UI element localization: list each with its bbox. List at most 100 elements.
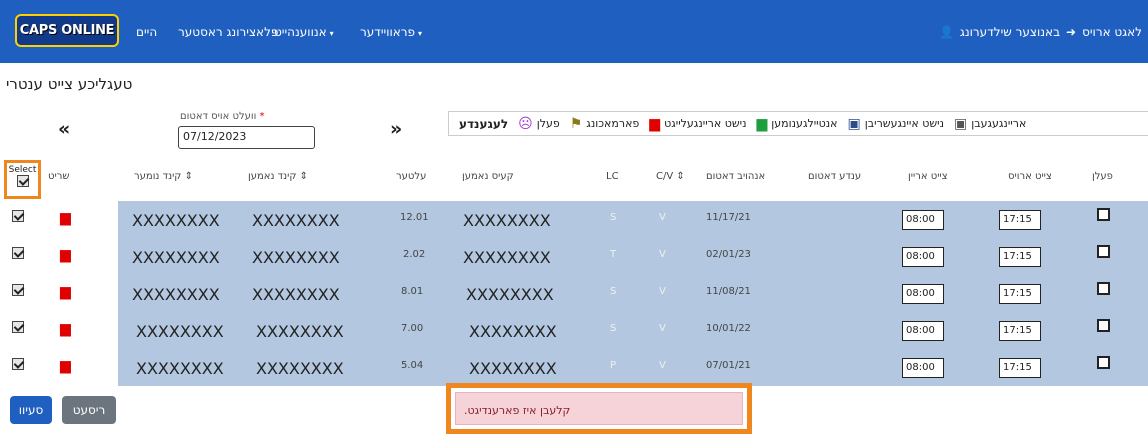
nav-link-provider-label: פראוויידער	[360, 25, 416, 39]
provider-name: XXXXXXXX	[469, 359, 557, 378]
chevron-down-icon: ▾	[329, 29, 334, 38]
absent-checkbox[interactable]	[1097, 208, 1110, 221]
row-select-checkbox[interactable]	[12, 247, 24, 259]
legend-item-label: נישט איינגעשריבן	[864, 117, 944, 130]
time-out-input[interactable]: 17:15	[999, 358, 1041, 378]
table-row: ▆ XXXXXXXX XXXXXXXX 12.01 XXXXXXXX S V 1…	[0, 201, 1148, 238]
nav-link-placement-roster[interactable]: פלאצירונג ראסטער	[178, 25, 278, 39]
calendar-green-icon: ▆	[756, 115, 768, 132]
top-navbar: CAPS ONLINE היים פלאצירונג ראסטער אנווענ…	[0, 0, 1148, 63]
header-child-number[interactable]: קינד נומער ⇕	[134, 171, 193, 182]
user-profile-link[interactable]: באנוצער שילדערונג	[960, 25, 1060, 39]
row-select-checkbox[interactable]	[12, 284, 24, 296]
time-in-input[interactable]: 08:00	[902, 247, 944, 267]
reset-button[interactable]: ריסעט	[62, 396, 116, 424]
delete-icon[interactable]: ▆	[60, 321, 71, 337]
delete-icon[interactable]: ▆	[60, 358, 71, 374]
provider-name: XXXXXXXX	[466, 285, 554, 304]
row-select-checkbox[interactable]	[12, 210, 24, 222]
header-cv[interactable]: C/V ⇕	[656, 171, 685, 182]
absent-checkbox[interactable]	[1097, 282, 1110, 295]
start-date: 10/01/22	[706, 323, 751, 334]
nav-link-attendance-label: אנווענהייט	[274, 25, 327, 39]
absent-checkbox[interactable]	[1097, 319, 1110, 332]
logout-link[interactable]: לאגט ארויס	[1082, 25, 1142, 39]
cv-value: V	[659, 360, 666, 371]
child-name: XXXXXXXX	[252, 285, 340, 304]
child-number: XXXXXXXX	[132, 211, 220, 230]
time-out-input[interactable]: 17:15	[999, 321, 1041, 341]
delete-icon[interactable]: ▆	[60, 210, 71, 226]
legend-item-attended: ▆ אנטיילגענומען	[753, 116, 838, 132]
nav-link-provider[interactable]: פראוויידער ▾	[360, 25, 422, 39]
date-label-text: וועלט אויס דאטום	[180, 111, 257, 122]
caps-online-logo[interactable]: CAPS ONLINE	[15, 14, 119, 47]
lc-value: P	[610, 360, 617, 371]
nav-link-attendance[interactable]: אנווענהייט ▾	[274, 25, 334, 39]
child-number: XXXXXXXX	[136, 322, 224, 341]
child-name: XXXXXXXX	[256, 359, 344, 378]
select-all-checkbox[interactable]	[16, 175, 29, 187]
time-in-input[interactable]: 08:00	[902, 358, 944, 378]
lc-value: T	[610, 249, 617, 260]
legend-item-label: פעלן	[536, 117, 560, 130]
absent-checkbox[interactable]	[1097, 356, 1110, 369]
lc-value: S	[610, 286, 617, 297]
row-select-checkbox[interactable]	[12, 358, 24, 370]
time-in-input[interactable]: 08:00	[902, 321, 944, 341]
nav-link-home[interactable]: היים	[136, 25, 157, 39]
user-area: 👤 באנוצער שילדערונג ➜ לאגט ארויס	[939, 25, 1142, 39]
table-row: ▆ XXXXXXXX XXXXXXXX 5.04 XXXXXXXX P V 07…	[0, 349, 1148, 386]
provider-name: XXXXXXXX	[469, 322, 557, 341]
time-in-input[interactable]: 08:00	[902, 284, 944, 304]
start-date: 02/01/23	[706, 249, 751, 260]
time-in-input[interactable]: 08:00	[902, 210, 944, 230]
lc-value: S	[610, 323, 617, 334]
header-start-date: אנהויב דאטום	[706, 171, 766, 182]
previous-day-arrow[interactable]: «	[58, 118, 70, 140]
date-input[interactable]: 07/12/2023	[178, 126, 315, 149]
header-end-date: ענדע דאטום	[808, 171, 862, 182]
child-age: 2.02	[403, 249, 426, 260]
logout-icon: ➜	[1066, 25, 1077, 39]
legend-item-label: פארמאכונג	[586, 117, 640, 130]
absent-checkbox[interactable]	[1097, 245, 1110, 258]
provider-name: XXXXXXXX	[463, 211, 551, 230]
time-out-input[interactable]: 17:15	[999, 247, 1041, 267]
calendar-red-icon: ▆	[649, 115, 661, 132]
provider-name: XXXXXXXX	[463, 248, 551, 267]
flag-icon: ⚑	[569, 115, 583, 132]
cv-value: V	[659, 286, 666, 297]
child-number: XXXXXXXX	[132, 285, 220, 304]
time-out-input[interactable]: 17:15	[999, 284, 1041, 304]
cv-value: V	[659, 249, 666, 260]
legend: לעגענדע ☹ פעלן ⚑ פארמאכונג ▆ נישט אריינגעלי…	[448, 111, 1148, 136]
save-button[interactable]: סעיוו	[10, 396, 52, 424]
select-header-label: Select	[8, 165, 37, 175]
child-number: XXXXXXXX	[136, 359, 224, 378]
absent-face-icon: ☹	[518, 115, 533, 132]
time-out-input[interactable]: 17:15	[999, 210, 1041, 230]
legend-item-label: אריינגעגעבן	[971, 117, 1027, 130]
chevron-down-icon: ▾	[418, 29, 423, 38]
legend-item-not-submitted: ▆ נישט אריינגעלייגט	[645, 116, 746, 132]
child-age: 12.01	[400, 212, 429, 223]
sort-icon: ⇕	[299, 171, 309, 182]
success-alert: .קלעבן איז פארענדיגט	[455, 392, 743, 425]
child-name: XXXXXXXX	[256, 322, 344, 341]
child-age: 7.00	[401, 323, 424, 334]
cv-value: V	[659, 323, 666, 334]
table-row: ▆ XXXXXXXX XXXXXXXX 8.01 XXXXXXXX S V 11…	[0, 275, 1148, 312]
row-select-checkbox[interactable]	[12, 321, 24, 333]
required-marker: *	[259, 111, 265, 122]
start-date: 11/08/21	[706, 286, 751, 297]
header-child-name[interactable]: קינד נאמען ⇕	[248, 171, 308, 182]
next-day-arrow[interactable]: »	[390, 118, 402, 140]
start-date: 11/17/21	[706, 212, 751, 223]
child-age: 8.01	[401, 286, 424, 297]
delete-icon[interactable]: ▆	[60, 284, 71, 300]
child-name: XXXXXXXX	[252, 211, 340, 230]
delete-icon[interactable]: ▆	[60, 247, 71, 263]
cv-value: V	[659, 212, 666, 223]
legend-item-absent: ☹ פעלן	[514, 116, 560, 132]
